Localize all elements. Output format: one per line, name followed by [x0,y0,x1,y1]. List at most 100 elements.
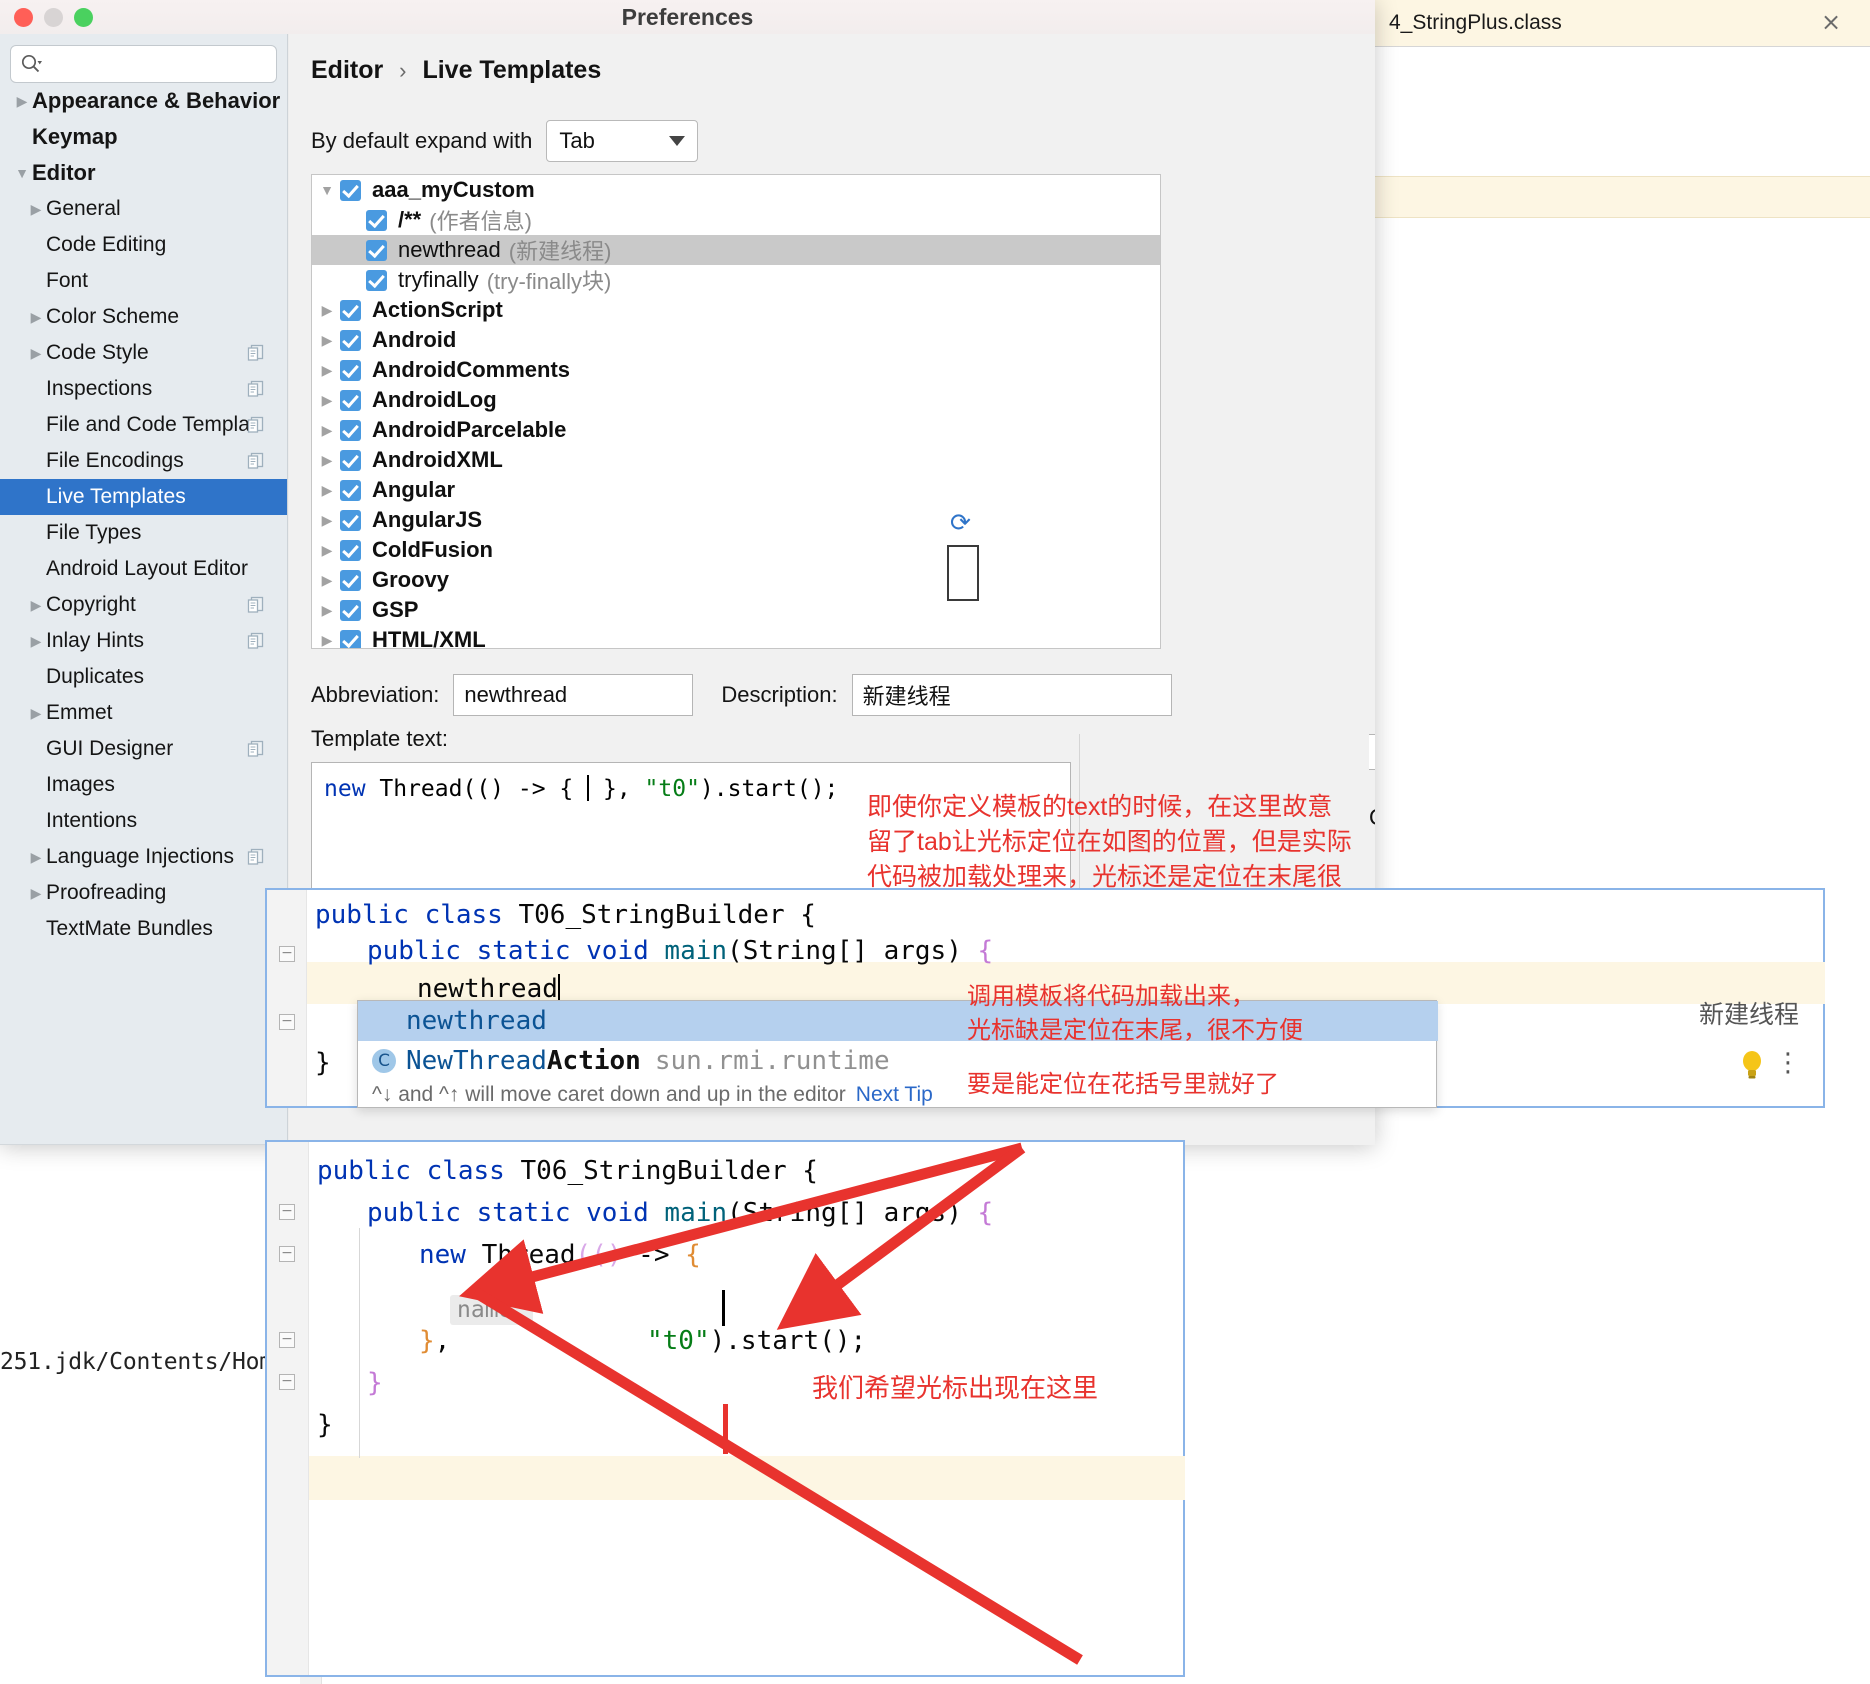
tree-row[interactable]: ▶ Groovy [312,565,1160,595]
chevron-right-icon[interactable]: ▶ [26,886,46,900]
description-input[interactable]: 新建线程 [851,674,1172,716]
sidebar-item-general[interactable]: ▶ General [0,191,287,227]
tree-row[interactable]: ▶ ActionScript [312,295,1160,325]
sidebar-item-code-editing[interactable]: Code Editing [0,227,287,263]
checkbox-checked-icon[interactable] [340,389,361,411]
chevron-right-icon[interactable]: ▶ [12,94,32,108]
lightbulb-icon[interactable] [1739,1050,1765,1087]
sidebar-nav-list[interactable]: ▶ Appearance & Behavior Keymap ▼ Editor ▶ Gene… [0,83,287,947]
checkbox-checked-icon[interactable] [366,269,387,291]
checkbox-checked-icon[interactable] [366,239,387,261]
sidebar-item-copyright[interactable]: ▶ Copyright [0,587,287,623]
checkbox-checked-icon[interactable] [340,479,361,501]
checkbox-checked-icon[interactable] [340,569,361,591]
sidebar-item-keymap[interactable]: Keymap [0,119,287,155]
tree-row[interactable]: /** (作者信息) [312,205,1160,235]
fold-icon[interactable]: − [279,1014,295,1030]
checkbox-checked-icon[interactable] [340,299,361,321]
chevron-down-icon[interactable]: ▼ [12,166,32,180]
chevron-right-icon[interactable]: ▶ [26,310,46,324]
chevron-right-icon[interactable]: ▶ [314,483,340,497]
chevron-right-icon[interactable]: ▶ [314,333,340,347]
copy-settings-icon[interactable] [247,380,265,403]
sidebar-item-file-encodings[interactable]: File Encodings [0,443,287,479]
sidebar-item-appearance-behavior[interactable]: ▶ Appearance & Behavior [0,83,287,119]
chevron-right-icon[interactable]: ▶ [314,423,340,437]
tree-row[interactable]: ▶ AndroidXML [312,445,1160,475]
ide-tab[interactable]: 4_StringPlus.class [1375,0,1870,47]
fold-icon[interactable]: − [279,1204,295,1220]
tree-row[interactable]: newthread (新建线程) [312,235,1160,265]
sidebar-item-gui-designer[interactable]: GUI Designer [0,731,287,767]
chevron-right-icon[interactable]: ▶ [314,393,340,407]
expand-with-select[interactable]: Tab [546,120,699,162]
checkbox-checked-icon[interactable] [340,359,361,381]
chevron-right-icon[interactable]: ▶ [314,363,340,377]
sidebar-item-textmate-bundles[interactable]: TextMate Bundles [0,911,287,947]
sidebar-item-language-injections[interactable]: ▶ Language Injections [0,839,287,875]
copy-settings-icon[interactable] [247,596,265,619]
fold-icon[interactable]: − [279,1374,295,1390]
chevron-right-icon[interactable]: ▶ [26,346,46,360]
sidebar-item-duplicates[interactable]: Duplicates [0,659,287,695]
tree-row[interactable]: ▶ Android [312,325,1160,355]
checkbox-checked-icon[interactable] [340,449,361,471]
checkbox-checked-icon[interactable] [340,329,361,351]
sidebar-item-proofreading[interactable]: ▶ Proofreading [0,875,287,911]
tree-row[interactable]: ▶ AndroidLog [312,385,1160,415]
copy-settings-icon[interactable] [247,452,265,475]
sidebar-item-android-layout-editor[interactable]: Android Layout Editor [0,551,287,587]
checkbox-checked-icon[interactable] [366,209,387,231]
tree-row[interactable]: ▶ AngularJS [312,505,1160,535]
sidebar-item-emmet[interactable]: ▶ Emmet [0,695,287,731]
live-templates-tree[interactable]: ▼ aaa_myCustom/** (作者信息) newthread (新建线程) try… [311,174,1161,649]
checkbox-checked-icon[interactable] [340,599,361,621]
tree-row[interactable]: ▶ AndroidComments [312,355,1160,385]
search-box[interactable] [10,45,279,83]
chevron-right-icon[interactable]: ▶ [26,202,46,216]
sidebar-item-intentions[interactable]: Intentions [0,803,287,839]
breadcrumb-parent[interactable]: Editor [311,56,383,84]
fold-icon[interactable]: − [279,946,295,962]
tree-row[interactable]: ▶ GSP [312,595,1160,625]
tree-row[interactable]: ▶ AndroidParcelable [312,415,1160,445]
next-tip-link[interactable]: Next Tip [856,1083,933,1107]
tree-row[interactable]: ▶ Angular [312,475,1160,505]
copy-settings-icon[interactable] [247,632,265,655]
chevron-right-icon[interactable]: ▶ [314,513,340,527]
fold-icon[interactable]: − [279,1246,295,1262]
abbreviation-input[interactable]: newthread [453,674,694,716]
copy-settings-icon[interactable] [247,848,265,871]
fold-icon[interactable]: − [279,1332,295,1348]
sidebar-item-inlay-hints[interactable]: ▶ Inlay Hints [0,623,287,659]
tree-row[interactable]: ▶ ColdFusion [312,535,1160,565]
close-icon[interactable]: × [1820,10,1842,34]
chevron-right-icon[interactable]: ▶ [314,633,340,647]
sidebar-item-live-templates[interactable]: Live Templates [0,479,287,515]
chevron-right-icon[interactable]: ▶ [26,706,46,720]
sidebar-item-editor[interactable]: ▼ Editor [0,155,287,191]
chevron-down-icon[interactable]: ▼ [314,183,340,197]
checkbox-checked-icon[interactable] [340,179,361,201]
more-options-icon[interactable]: ⋮ [1775,1048,1801,1078]
tree-row[interactable]: ▼ aaa_myCustom [312,175,1160,205]
chevron-right-icon[interactable]: ▶ [314,603,340,617]
tree-rows[interactable]: ▼ aaa_myCustom/** (作者信息) newthread (新建线程) try… [312,175,1160,648]
sidebar-item-inspections[interactable]: Inspections [0,371,287,407]
chevron-right-icon[interactable]: ▶ [26,598,46,612]
settings-sidebar[interactable]: ▶ Appearance & Behavior Keymap ▼ Editor ▶ Gene… [0,34,288,1145]
checkbox-checked-icon[interactable] [340,629,361,648]
chevron-right-icon[interactable]: ▶ [314,573,340,587]
tree-row[interactable]: tryfinally (try-finally块) [312,265,1160,295]
chevron-right-icon[interactable]: ▶ [314,303,340,317]
copy-settings-icon[interactable] [247,416,265,439]
tree-row[interactable]: ▶ HTML/XML [312,625,1160,648]
checkbox-checked-icon[interactable] [340,509,361,531]
chevron-right-icon[interactable]: ▶ [26,634,46,648]
checkbox-checked-icon[interactable] [340,419,361,441]
checkbox-checked-icon[interactable] [340,539,361,561]
sidebar-item-file-and-code-templa[interactable]: File and Code Templa [0,407,287,443]
sidebar-item-color-scheme[interactable]: ▶ Color Scheme [0,299,287,335]
chevron-right-icon[interactable]: ▶ [314,543,340,557]
search-input[interactable] [47,53,279,75]
